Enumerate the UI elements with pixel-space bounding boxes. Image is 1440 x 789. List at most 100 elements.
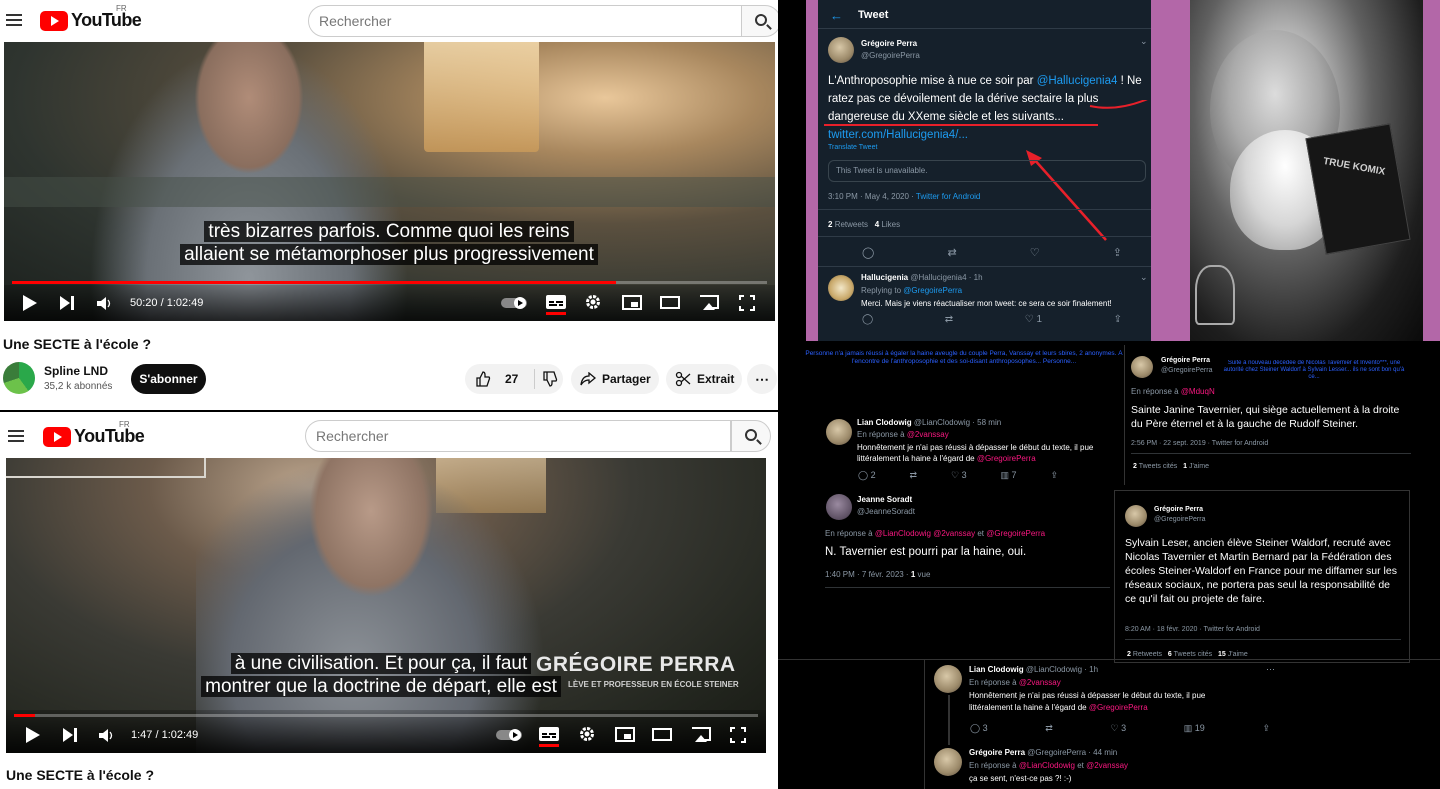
play-icon[interactable] (26, 727, 40, 743)
gp4-name[interactable]: Grégoire Perra (969, 748, 1025, 757)
menu-icon[interactable] (6, 14, 22, 26)
search-input[interactable]: Rechercher (305, 420, 731, 452)
gp2-avatar[interactable] (1131, 356, 1153, 378)
settings-gear-icon[interactable] (585, 294, 601, 310)
like-icon[interactable]: ♡ 3 (1110, 723, 1126, 734)
reply-like-count: 1 (1036, 314, 1043, 325)
views-icon[interactable]: ▥ 7 (1001, 470, 1017, 481)
like-label[interactable]: Likes (881, 220, 900, 229)
tweet-mention[interactable]: @Hallucigenia4 (1037, 75, 1118, 87)
jeanne-name[interactable]: Jeanne Soradt (857, 495, 912, 504)
reply-handle-2[interactable]: @2vanssay (1086, 761, 1128, 770)
tweet-author-name[interactable]: Grégoire Perra (861, 39, 917, 48)
like-label[interactable]: J'aime (1189, 463, 1209, 470)
cast-icon[interactable] (690, 726, 712, 743)
channel-name[interactable]: Spline LND (44, 364, 108, 378)
more-actions-button[interactable]: ⋯ (747, 364, 777, 394)
like-icon[interactable]: ♡ 3 (951, 470, 967, 481)
more-options-icon[interactable]: ⋯ (1266, 664, 1275, 675)
autoplay-toggle-icon[interactable] (501, 296, 529, 310)
search-button[interactable] (731, 420, 771, 452)
play-icon[interactable] (23, 295, 37, 311)
reply-handle-1[interactable]: @LianClodowig (875, 529, 931, 538)
views-icon[interactable]: ▥ 19 (1184, 723, 1205, 734)
subtitles-icon[interactable] (539, 727, 559, 741)
fullscreen-icon[interactable] (730, 727, 746, 743)
autoplay-toggle-icon[interactable] (496, 728, 524, 742)
retweet-icon[interactable]: ⇄ (1045, 723, 1053, 734)
retweet-icon[interactable]: ⇄ (910, 470, 918, 481)
theater-mode-icon[interactable] (660, 296, 680, 309)
cast-icon[interactable] (698, 294, 720, 311)
reply-handle-3[interactable]: @GregoirePerra (986, 529, 1045, 538)
quote-label[interactable]: Tweets cités (1174, 651, 1213, 658)
clip-button[interactable]: Extrait (666, 364, 742, 394)
like-icon[interactable]: ♡ (1030, 246, 1040, 259)
like-label[interactable]: J'aime (1228, 651, 1248, 658)
video-player[interactable]: GRÉGOIRE PERRA LÈVE ET PROFESSEUR EN ÉCO… (6, 458, 766, 753)
gp3-avatar[interactable] (1125, 505, 1147, 527)
fullscreen-icon[interactable] (739, 295, 755, 311)
replying-to-handle[interactable]: @GregoirePerra (903, 286, 962, 295)
reply-author-avatar[interactable] (828, 275, 854, 301)
lian-mention[interactable]: @GregoirePerra (977, 454, 1036, 463)
lian2-name[interactable]: Lian Clodowig (969, 665, 1024, 674)
tweet-author-avatar[interactable] (828, 37, 854, 63)
reply-handle[interactable]: @2vanssay (907, 430, 949, 439)
reply-icon[interactable]: ◯ (862, 246, 874, 259)
miniplayer-icon[interactable] (615, 727, 635, 742)
gp2-name[interactable]: Grégoire Perra (1161, 357, 1210, 364)
reply-handle[interactable]: @MduqN (1181, 387, 1215, 396)
gp4-avatar[interactable] (934, 748, 962, 776)
progress-bar[interactable] (12, 281, 767, 284)
share-button[interactable]: Partager (571, 364, 659, 394)
gp3-name[interactable]: Grégoire Perra (1154, 506, 1203, 513)
share-icon[interactable]: ⇪ (1050, 470, 1058, 481)
lian2-avatar[interactable] (934, 665, 962, 693)
search-button[interactable] (741, 5, 778, 37)
chevron-down-icon[interactable]: ⌄ (1140, 36, 1148, 47)
miniplayer-icon[interactable] (622, 295, 642, 310)
quote-label[interactable]: Tweets cités (1139, 463, 1178, 470)
reply-handle-2[interactable]: @2vanssay (933, 529, 975, 538)
tweet-client[interactable]: Twitter for Android (916, 192, 980, 201)
subscribe-button[interactable]: S'abonner (131, 364, 206, 394)
subtitles-icon[interactable] (546, 295, 566, 309)
lian-name[interactable]: Lian Clodowig (857, 418, 912, 427)
jeanne-avatar[interactable] (826, 494, 852, 520)
lian2-mention[interactable]: @GregoirePerra (1089, 703, 1148, 712)
volume-icon[interactable] (99, 729, 113, 742)
translate-tweet-link[interactable]: Translate Tweet (828, 144, 877, 151)
youtube-logo[interactable]: YouTube FR (40, 4, 142, 31)
share-icon[interactable]: ⇪ (1262, 723, 1270, 734)
reply-handle[interactable]: @2vanssay (1019, 678, 1061, 687)
settings-gear-icon[interactable] (579, 726, 595, 742)
next-icon[interactable] (63, 728, 77, 742)
menu-icon[interactable] (8, 430, 24, 442)
thumbs-up-icon[interactable] (475, 371, 491, 387)
share-icon[interactable]: ⇪ (1113, 246, 1122, 259)
volume-icon[interactable] (97, 297, 111, 310)
video-player[interactable]: très bizarres parfois. Comme quoi les re… (4, 42, 775, 321)
retweet-label[interactable]: Retweets (835, 220, 868, 229)
retweet-icon[interactable]: ⇄ (945, 314, 953, 325)
reply-icon[interactable]: ◯ (862, 314, 873, 325)
reply-author-name[interactable]: Hallucigenia (861, 273, 908, 282)
thumbs-down-icon[interactable] (542, 371, 558, 387)
retweet-icon[interactable]: ⇄ (947, 246, 956, 259)
chevron-down-icon[interactable]: ⌄ (1140, 272, 1148, 283)
theater-mode-icon[interactable] (652, 728, 672, 741)
reply-icon[interactable]: ◯ 2 (858, 470, 876, 481)
youtube-logo[interactable]: YouTube FR (43, 420, 145, 447)
search-input[interactable]: Rechercher (308, 5, 742, 37)
reply-handle-1[interactable]: @LianClodowig (1019, 761, 1075, 770)
channel-avatar[interactable] (3, 362, 35, 394)
share-icon[interactable]: ⇪ (1114, 314, 1122, 325)
progress-bar[interactable] (14, 714, 758, 717)
retweet-label[interactable]: Retweets (1133, 651, 1162, 658)
reply-icon[interactable]: ◯ 3 (970, 723, 988, 734)
next-icon[interactable] (60, 296, 74, 310)
lian-avatar[interactable] (826, 419, 852, 445)
back-arrow-icon[interactable]: ← (830, 8, 843, 23)
like-icon[interactable]: ♡ 1 (1025, 314, 1042, 325)
